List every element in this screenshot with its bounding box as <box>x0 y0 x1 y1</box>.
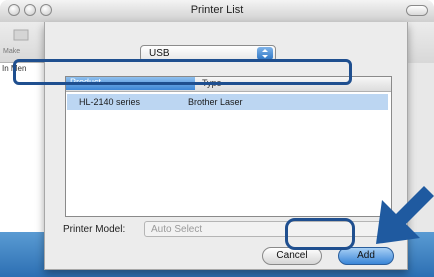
printer-table: Product Type HL-2140 series Brother Lase… <box>65 76 392 217</box>
cell-type: Brother Laser <box>188 97 243 107</box>
printer-model-label: Printer Model: <box>63 224 126 235</box>
printer-list-window: Printer List Make In Men USB Product Typ… <box>0 0 434 277</box>
cell-product: HL-2140 series <box>79 97 141 107</box>
row-highlight-callout <box>13 59 352 85</box>
make-default-label: Make <box>3 48 21 55</box>
table-row[interactable]: HL-2140 series Brother Laser <box>67 94 388 110</box>
printer-model-value: Auto Select <box>151 224 203 235</box>
window-title: Printer List <box>190 4 244 16</box>
add-button-callout <box>285 218 355 250</box>
title-bar: Printer List <box>0 0 434 23</box>
connection-type-value: USB <box>149 48 170 59</box>
pointer-arrow-icon <box>376 186 434 244</box>
parent-printer-list <box>0 62 44 233</box>
toolbar-pill-icon[interactable] <box>406 5 428 16</box>
make-default-icon <box>13 29 29 41</box>
